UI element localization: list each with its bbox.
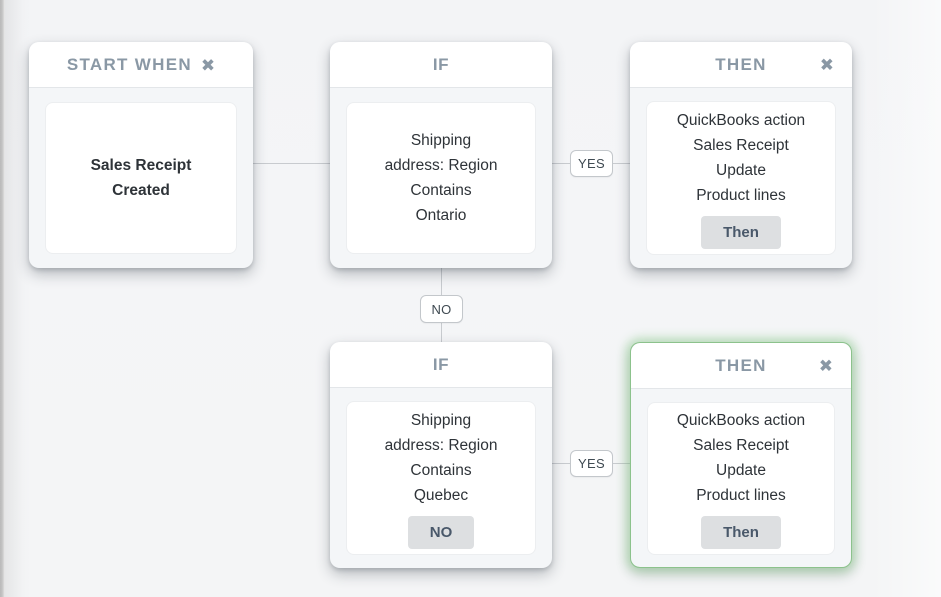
- then-top-line-2: Sales Receipt: [693, 136, 789, 154]
- then-top-body: QuickBooks action Sales Receipt Update P…: [630, 88, 852, 268]
- connector-yes-to-then-bottom: [612, 463, 632, 464]
- connector-label-yes-top[interactable]: YES: [570, 150, 613, 177]
- then-bottom-action-button[interactable]: Then: [701, 516, 781, 549]
- then-bottom-title: THEN: [715, 355, 767, 375]
- start-when-inner[interactable]: Sales Receipt Created: [45, 102, 237, 254]
- then-top-inner[interactable]: QuickBooks action Sales Receipt Update P…: [646, 101, 836, 255]
- then-bottom-line-2: Sales Receipt: [693, 437, 789, 454]
- connector-label-yes-bottom-text: YES: [578, 456, 605, 471]
- close-icon[interactable]: ✖: [819, 357, 833, 374]
- if-bottom-line-3: Contains: [410, 461, 472, 479]
- then-bottom-inner[interactable]: QuickBooks action Sales Receipt Update P…: [647, 402, 835, 555]
- start-when-title: START WHEN: [66, 54, 192, 74]
- if-bottom-line-4: Quebec: [413, 486, 469, 504]
- then-bottom-line-3: Update: [716, 462, 766, 479]
- close-icon[interactable]: ✖: [201, 57, 215, 74]
- start-when-header: START WHEN ✖: [29, 42, 253, 88]
- if-top-title: IF: [432, 54, 450, 74]
- if-top-line-4: Ontario: [415, 207, 467, 224]
- connector-label-no-text: NO: [431, 301, 452, 317]
- connector-start-to-if: [253, 163, 331, 164]
- then-top-title: THEN: [715, 54, 767, 74]
- if-bottom-no-button[interactable]: NO: [407, 515, 475, 549]
- close-icon[interactable]: ✖: [820, 56, 834, 73]
- connector-label-yes-bottom[interactable]: YES: [570, 450, 613, 477]
- then-bottom-header: THEN ✖: [631, 343, 851, 389]
- if-top-body: Shipping address: Region Contains Ontari…: [330, 88, 552, 268]
- connector-yes-to-then: [612, 163, 632, 164]
- node-then-top[interactable]: THEN ✖ QuickBooks action Sales Receipt U…: [630, 42, 852, 268]
- node-if-top[interactable]: IF Shipping address: Region Contains Ont…: [330, 42, 552, 268]
- connector-label-no[interactable]: NO: [420, 295, 463, 323]
- then-top-action-button[interactable]: Then: [701, 215, 781, 249]
- if-bottom-inner[interactable]: Shipping address: Region Contains Quebec…: [346, 401, 536, 555]
- node-if-bottom[interactable]: IF Shipping address: Region Contains Que…: [330, 342, 552, 568]
- connector-label-yes-top-text: YES: [578, 156, 605, 171]
- if-top-line-3: Contains: [410, 182, 472, 199]
- then-bottom-line-4: Product lines: [696, 487, 786, 504]
- connector-if-to-no: [441, 268, 442, 296]
- if-bottom-line-2: address: Region: [384, 436, 498, 454]
- connector-if-bottom-to-yes: [551, 463, 571, 464]
- canvas-left-shadow: [5, 0, 31, 597]
- start-when-line-2: Created: [112, 182, 170, 199]
- then-bottom-body: QuickBooks action Sales Receipt Update P…: [631, 389, 851, 568]
- then-top-header: THEN ✖: [630, 42, 852, 88]
- node-start-when[interactable]: START WHEN ✖ Sales Receipt Created: [29, 42, 253, 268]
- if-bottom-header: IF: [330, 342, 552, 388]
- if-bottom-body: Shipping address: Region Contains Quebec…: [330, 388, 552, 568]
- then-top-line-3: Update: [716, 161, 766, 179]
- connector-if-to-yes: [551, 163, 571, 164]
- start-when-body: Sales Receipt Created: [29, 88, 253, 268]
- canvas-right-shadow: [871, 0, 941, 597]
- then-bottom-line-1: QuickBooks action: [676, 412, 806, 429]
- then-top-line-4: Product lines: [696, 186, 786, 204]
- if-bottom-line-1: Shipping: [410, 411, 472, 429]
- workflow-canvas: YES NO YES START WHEN ✖ Sales Receipt Cr…: [0, 0, 941, 597]
- if-top-inner[interactable]: Shipping address: Region Contains Ontari…: [346, 102, 536, 254]
- node-then-bottom[interactable]: THEN ✖ QuickBooks action Sales Receipt U…: [630, 342, 852, 568]
- if-bottom-title: IF: [432, 354, 450, 374]
- if-top-line-2: address: Region: [384, 157, 498, 174]
- then-top-line-1: QuickBooks action: [676, 111, 806, 129]
- if-top-header: IF: [330, 42, 552, 88]
- if-top-line-1: Shipping: [410, 132, 472, 149]
- start-when-line-1: Sales Receipt: [90, 157, 192, 174]
